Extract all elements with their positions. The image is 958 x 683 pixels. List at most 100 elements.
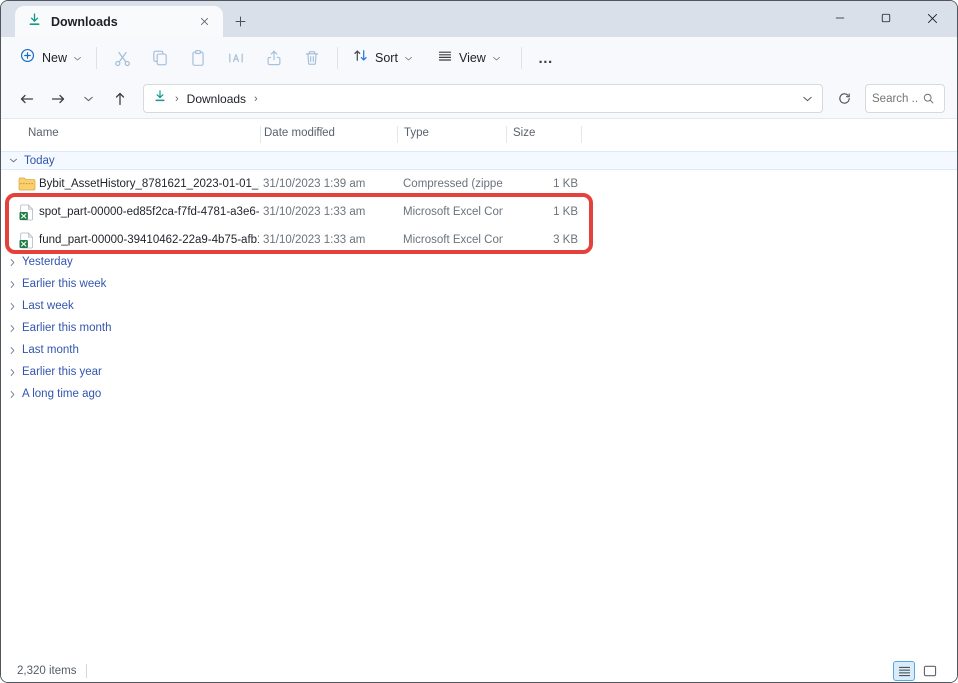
- group-header-today[interactable]: Today: [1, 151, 957, 170]
- recent-chevron-icon[interactable]: [75, 85, 102, 112]
- file-date-modified: 31/10/2023 1:33 am: [263, 206, 365, 218]
- forward-icon[interactable]: [44, 85, 71, 112]
- chevron-down-icon: [404, 55, 413, 62]
- cut-icon: [113, 49, 132, 68]
- tab-title: Downloads: [51, 15, 184, 29]
- up-icon[interactable]: [106, 85, 133, 112]
- delete-button[interactable]: [293, 43, 331, 73]
- view-lines-icon: [437, 48, 453, 69]
- chevron-right-icon: [9, 258, 16, 267]
- group-header-a-long-time-ago[interactable]: A long time ago: [1, 383, 957, 405]
- more-options-button[interactable]: …: [528, 50, 564, 67]
- minimize-icon[interactable]: [817, 1, 863, 35]
- back-icon[interactable]: [13, 85, 40, 112]
- tab-downloads[interactable]: Downloads: [15, 6, 223, 37]
- group-header-earlier-this-week[interactable]: Earlier this week: [1, 273, 957, 295]
- group-header-yesterday[interactable]: Yesterday: [1, 251, 957, 273]
- rename-icon: [227, 49, 245, 67]
- file-type: Microsoft Excel Com...: [403, 206, 503, 218]
- group-label: Last month: [22, 344, 79, 356]
- group-header-earlier-this-year[interactable]: Earlier this year: [1, 361, 957, 383]
- status-divider: [86, 664, 87, 678]
- close-icon[interactable]: [909, 1, 955, 35]
- group-label: Yesterday: [22, 256, 73, 268]
- breadcrumb-separator: ›: [253, 93, 259, 105]
- file-size: 3 KB: [506, 234, 578, 246]
- details-view-icon[interactable]: [893, 661, 915, 681]
- column-header-type[interactable]: Type: [404, 127, 429, 139]
- chevron-right-icon: [9, 346, 16, 355]
- toolbar-divider: [521, 47, 522, 69]
- chevron-right-icon: [9, 302, 16, 311]
- group-label: Earlier this week: [22, 278, 106, 290]
- copy-button[interactable]: [141, 43, 179, 73]
- sort-direction-icon: [315, 120, 325, 138]
- group-label: Earlier this year: [22, 366, 102, 378]
- column-divider[interactable]: [260, 126, 261, 143]
- file-row-spot-csv[interactable]: spot_part-00000-ed85f2ca-f7fd-4781-a3e6-…: [1, 199, 957, 226]
- copy-icon: [151, 49, 169, 67]
- address-bar-row: › Downloads ›: [1, 79, 957, 119]
- excel-file-icon: [18, 204, 34, 226]
- address-bar[interactable]: › Downloads ›: [143, 84, 823, 113]
- new-plus-icon: [19, 47, 36, 69]
- status-bar: 2,320 items: [1, 658, 957, 683]
- download-icon: [153, 89, 167, 108]
- group-label-today: Today: [24, 155, 55, 167]
- column-divider[interactable]: [506, 126, 507, 143]
- window-controls: [817, 1, 955, 35]
- view-button[interactable]: View: [429, 43, 509, 74]
- refresh-icon[interactable]: [829, 85, 859, 113]
- column-header-name[interactable]: Name: [28, 127, 59, 139]
- column-divider[interactable]: [581, 126, 582, 143]
- file-size: 1 KB: [506, 178, 578, 190]
- zip-folder-icon: [18, 176, 36, 196]
- address-dropdown-icon[interactable]: [802, 95, 813, 103]
- download-icon: [27, 12, 42, 32]
- rename-button[interactable]: [217, 43, 255, 73]
- paste-icon: [189, 49, 207, 67]
- file-date-modified: 31/10/2023 1:39 am: [263, 178, 365, 190]
- file-explorer-window: Downloads New: [0, 0, 958, 683]
- file-name: fund_part-00000-39410462-22a9-4b75-afb1-…: [39, 234, 259, 246]
- new-tab-icon[interactable]: [227, 9, 253, 33]
- maximize-icon[interactable]: [863, 1, 909, 35]
- column-headers: Name Date modified Type Size: [1, 119, 957, 149]
- sort-button[interactable]: Sort: [344, 42, 421, 74]
- column-divider[interactable]: [397, 126, 398, 143]
- breadcrumb-separator: ›: [174, 93, 180, 105]
- view-toggle: [893, 661, 941, 681]
- chevron-down-icon: [9, 157, 18, 164]
- new-button[interactable]: New: [11, 42, 90, 74]
- paste-button[interactable]: [179, 43, 217, 73]
- file-type: Microsoft Excel Com...: [403, 234, 503, 246]
- more-icon: …: [538, 50, 554, 67]
- cut-button[interactable]: [103, 43, 141, 73]
- new-button-label: New: [42, 51, 67, 65]
- chevron-right-icon: [9, 280, 16, 289]
- file-name: spot_part-00000-ed85f2ca-f7fd-4781-a3e6-…: [39, 206, 259, 218]
- group-label: Earlier this month: [22, 322, 111, 334]
- chevron-down-icon: [73, 55, 82, 62]
- column-header-size[interactable]: Size: [513, 127, 535, 139]
- group-label: Last week: [22, 300, 74, 312]
- view-button-label: View: [459, 51, 486, 65]
- toolbar-divider: [337, 47, 338, 69]
- search-input[interactable]: [872, 93, 918, 105]
- tab-close-icon[interactable]: [193, 11, 215, 33]
- large-icons-view-icon[interactable]: [919, 661, 941, 681]
- group-header-earlier-this-month[interactable]: Earlier this month: [1, 317, 957, 339]
- share-icon: [265, 49, 283, 67]
- file-row-zip[interactable]: Bybit_AssetHistory_8781621_2023-01-01_20…: [1, 171, 957, 198]
- sort-arrows-icon: [352, 47, 369, 69]
- tab-strip: Downloads: [1, 1, 957, 37]
- file-row-fund-csv[interactable]: fund_part-00000-39410462-22a9-4b75-afb1-…: [1, 227, 957, 254]
- group-header-last-week[interactable]: Last week: [1, 295, 957, 317]
- search-box[interactable]: [865, 84, 945, 113]
- items-count: 2,320 items: [17, 665, 76, 677]
- chevron-right-icon: [9, 390, 16, 399]
- sort-button-label: Sort: [375, 51, 398, 65]
- breadcrumb-downloads[interactable]: Downloads: [187, 92, 246, 106]
- share-button[interactable]: [255, 43, 293, 73]
- group-header-last-month[interactable]: Last month: [1, 339, 957, 361]
